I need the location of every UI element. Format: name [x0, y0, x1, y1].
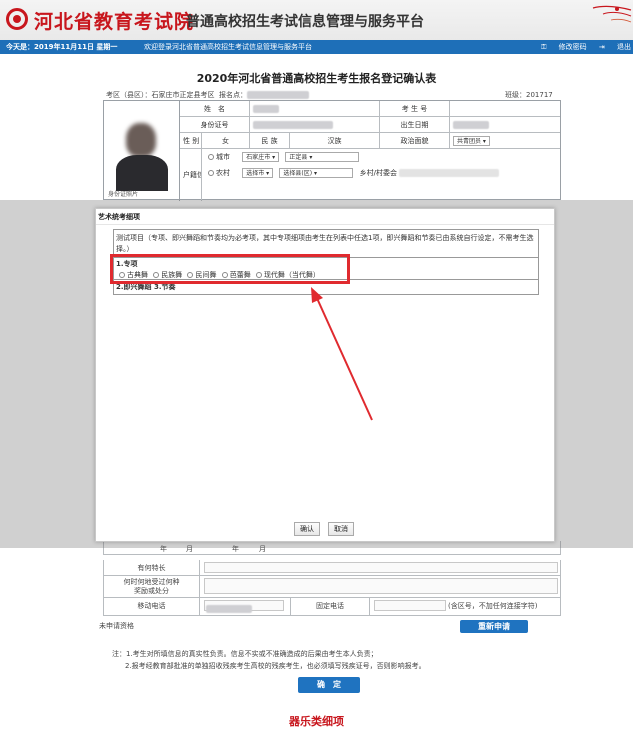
rural-county-select[interactable]: 选择县(区) ▾ — [279, 168, 354, 178]
student-extra-table: 年 月 年 月 有何特长 何时何地受过何种奖励或处分 移动电话 固定电话 (含区… — [99, 533, 561, 637]
ethnic-label: 民 族 — [250, 133, 290, 149]
row-hukou-city: 城市 石家庄市 ▾ 正定县 ▾ — [180, 149, 560, 165]
row-name: 姓 名 考 生 号 — [180, 101, 560, 117]
politics-label: 政治面貌 — [380, 133, 450, 149]
top-nav-bar: 今天是：2019年11月11日 星期一 欢迎登录河北省普通高校招生考试信息管理与… — [0, 40, 633, 54]
row-hukou-rural: 户籍信息 农村 选择市 ▾ 选择县(区) ▾ 乡村/村委会 — [180, 165, 560, 201]
mobile-input[interactable] — [204, 600, 284, 613]
award-input[interactable] — [204, 578, 558, 594]
welcome-text: 欢迎登录河北省普通高校招生考试信息管理与服务平台 — [144, 43, 312, 51]
row-award: 何时何地受过何种奖励或处分 — [103, 576, 561, 598]
date-text: 今天是：2019年11月11日 星期一 — [6, 43, 118, 51]
logout-link[interactable]: ⇥ 退出 — [599, 43, 631, 51]
student-photo — [104, 101, 180, 201]
village-label: 乡村/村委会 — [359, 169, 397, 177]
redacted-id — [253, 121, 333, 129]
row-id: 身份证号 出生日期 — [180, 117, 560, 133]
student-info-table: 姓 名 考 生 号 身份证号 出生日期 性 别 女 民 族 汉族 政治面貌 共青… — [103, 100, 561, 201]
annotation-highlight-box — [110, 254, 350, 284]
figure-caption: 器乐类细项 — [289, 715, 344, 728]
name-label: 姓 名 — [180, 101, 250, 117]
row-specialty: 有何特长 — [103, 560, 561, 576]
photo-caption: 身份证照片 — [108, 191, 139, 198]
birth-label: 出生日期 — [380, 117, 450, 133]
ethnic-value: 汉族 — [290, 133, 380, 149]
redacted-birth — [453, 121, 489, 129]
notes: 注：1.考生对所填信息的真实性负责。信息不实或不准确造成的后果由考生本人负责； … — [112, 648, 426, 672]
phone-input[interactable] — [374, 600, 446, 611]
change-password-link[interactable]: ⚿ 修改密码 — [541, 43, 587, 51]
gender-value: 女 — [202, 133, 250, 149]
phone-label: 固定电话 — [290, 598, 370, 615]
city-select[interactable]: 石家庄市 ▾ — [242, 152, 280, 162]
note-2: 2.报考经教育部批准的单独招收残疾考生高校的残疾考生，也必须填写残疾证号，否则影… — [125, 662, 426, 670]
modal-cancel-button[interactable]: 取消 — [328, 522, 354, 536]
status-label: 未申请资格 — [99, 622, 134, 630]
site-header: 河北省教育考试院 普通高校招生考试信息管理与服务平台 — [0, 0, 633, 40]
exam-no-label: 考 生 号 — [380, 101, 450, 117]
district-select[interactable]: 正定县 ▾ — [285, 152, 360, 162]
class-label: 班级：201717 — [505, 91, 553, 99]
great-wall-decoration-icon — [592, 5, 632, 23]
mobile-label: 移动电话 — [104, 598, 200, 615]
hukou-label: 户籍信息 — [180, 165, 202, 201]
specialty-input[interactable] — [204, 562, 558, 573]
row-status: 未申请资格 重新申请 — [99, 616, 561, 636]
redacted-name — [253, 105, 279, 113]
logo-seal-icon — [6, 8, 28, 30]
village-input[interactable] — [399, 169, 500, 177]
modal-confirm-button[interactable]: 确认 — [294, 522, 320, 536]
note-1: 注：1.考生对所填信息的真实性负责。信息不实或不准确造成的后果由考生本人负责； — [112, 650, 378, 658]
form-title: 2020年河北省普通高校招生考生报名登记确认表 — [196, 72, 437, 85]
reapply-button[interactable]: 重新申请 — [460, 620, 528, 633]
county-label: 考区（县区）：石家庄市正定县考区 报名点： — [106, 90, 309, 100]
phone-hint: (含区号，不加任何连接字符) — [448, 602, 538, 610]
city-radio[interactable] — [208, 154, 214, 160]
id-label: 身份证号 — [180, 117, 250, 133]
rural-radio[interactable] — [208, 170, 214, 176]
photo-head — [126, 123, 156, 157]
specialty-label: 有何特长 — [104, 560, 200, 575]
redacted-reg-no — [246, 91, 309, 99]
politics-select[interactable]: 共青团员 ▾ — [453, 136, 490, 146]
site-name: 河北省教育考试院 — [34, 11, 195, 33]
modal-title: 艺术统考细项 — [96, 209, 554, 225]
row-phone: 移动电话 固定电话 (含区号，不加任何连接字符) — [103, 598, 561, 616]
redacted-mobile — [206, 605, 252, 613]
row-gender: 性 别 女 民 族 汉族 政治面貌 共青团员 ▾ — [180, 133, 560, 149]
rural-city-select[interactable]: 选择市 ▾ — [242, 168, 274, 178]
photo-body — [116, 155, 168, 191]
submit-button[interactable]: 确 定 — [298, 677, 360, 693]
award-label: 何时何地受过何种奖励或处分 — [104, 576, 200, 597]
gender-label: 性 别 — [180, 133, 202, 149]
platform-name: 普通高校招生考试信息管理与服务平台 — [186, 14, 424, 30]
page-root: 河北省教育考试院 普通高校招生考试信息管理与服务平台 今天是：2019年11月1… — [0, 0, 633, 736]
